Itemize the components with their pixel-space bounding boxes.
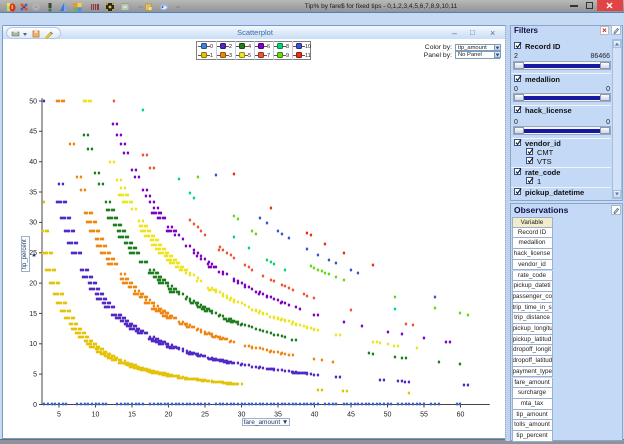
svg-text:40: 40	[311, 412, 319, 419]
svg-text:45: 45	[347, 412, 355, 419]
svg-text:40: 40	[29, 159, 37, 166]
svg-text:45: 45	[29, 129, 37, 136]
svg-text:35: 35	[29, 189, 37, 196]
svg-text:5: 5	[57, 412, 61, 419]
svg-text:20: 20	[29, 280, 37, 287]
svg-text:55: 55	[420, 412, 428, 419]
svg-text:5: 5	[33, 371, 37, 378]
svg-text:0: 0	[33, 402, 37, 409]
svg-text:10: 10	[29, 341, 37, 348]
svg-text:20: 20	[165, 412, 173, 419]
svg-text:50: 50	[384, 412, 392, 419]
svg-text:15: 15	[128, 412, 136, 419]
svg-text:50: 50	[29, 98, 37, 105]
svg-text:10: 10	[92, 412, 100, 419]
svg-text:25: 25	[201, 412, 209, 419]
svg-text:30: 30	[29, 220, 37, 227]
svg-text:15: 15	[29, 311, 37, 318]
svg-text:60: 60	[457, 412, 465, 419]
